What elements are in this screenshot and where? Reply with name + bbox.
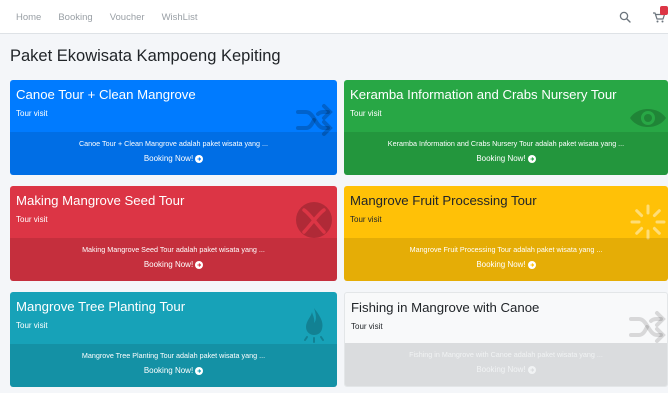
booking-now-label: Booking Now! [143,366,194,375]
cart-badge [660,6,668,15]
nav-link-wishlist[interactable]: WishList [162,12,198,23]
booking-now-label: Booking Now! [143,260,194,269]
card-title: Mangrove Tree Planting Tour [16,299,186,314]
card-footer: Keramba Information and Crabs Nursery To… [344,132,668,175]
package-card-fruit-processing-tour: Mangrove Fruit Processing Tour Tour visi… [344,186,668,281]
booking-now-label: Booking Now! [476,154,526,163]
arrow-circle-right-icon [527,260,536,269]
nav-links: Home Booking Voucher WishList [16,0,214,34]
card-footer: Mangrove Fruit Processing Tour adalah pa… [344,238,668,281]
fire-icon [304,308,324,343]
xbox-icon [296,202,332,238]
card-subtitle: Tour visit [16,215,48,224]
arrow-circle-right-icon [195,366,204,375]
card-footer: Canoe Tour + Clean Mangrove adalah paket… [10,132,337,175]
booking-now-label: Booking Now! [476,365,526,374]
card-description: Keramba Information and Crabs Nursery To… [387,139,625,148]
search-icon[interactable] [618,10,632,24]
card-description: Canoe Tour + Clean Mangrove adalah paket… [78,139,269,148]
card-title: Keramba Information and Crabs Nursery To… [350,87,617,102]
nav-link-home[interactable]: Home [16,12,41,23]
card-title: Fishing in Mangrove with Canoe [351,300,540,315]
cart-button[interactable] [652,6,668,24]
arrow-circle-right-icon [195,154,204,163]
card-description: Fishing in Mangrove with Canoe adalah pa… [409,350,603,359]
card-description: Mangrove Fruit Processing Tour adalah pa… [409,245,603,254]
card-subtitle: Tour visit [16,109,48,118]
card-subtitle: Tour visit [351,322,383,331]
card-footer: Mangrove Tree Planting Tour adalah paket… [10,344,337,387]
booking-now-label: Booking Now! [476,260,526,269]
package-card-mangrove-seed-tour: Making Mangrove Seed Tour Tour visit Mak… [10,186,337,281]
nav-link-voucher[interactable]: Voucher [110,12,145,23]
booking-now-link[interactable]: Booking Now! [476,365,536,374]
package-card-canoe-tour: Canoe Tour + Clean Mangrove Tour visit C… [10,80,337,175]
package-card-tree-planting-tour: Mangrove Tree Planting Tour Tour visit M… [10,292,337,387]
booking-now-link[interactable]: Booking Now! [143,260,204,269]
page-title: Paket Ekowisata Kampoeng Kepiting [10,47,281,65]
spinner-icon [630,204,666,240]
card-title: Canoe Tour + Clean Mangrove [16,87,196,102]
booking-now-link[interactable]: Booking Now! [476,260,536,269]
booking-now-link[interactable]: Booking Now! [476,154,536,163]
top-navbar: Home Booking Voucher WishList [0,0,668,34]
booking-now-label: Booking Now! [143,154,194,163]
card-footer: Making Mangrove Seed Tour adalah paket w… [10,238,337,281]
nav-actions [618,0,668,34]
card-description: Making Mangrove Seed Tour adalah paket w… [82,245,265,254]
package-card-fishing-canoe-tour: Fishing in Mangrove with Canoe Tour visi… [344,292,668,387]
arrow-circle-right-icon [527,365,536,374]
arrow-circle-right-icon [527,154,536,163]
card-subtitle: Tour visit [350,109,382,118]
package-card-keramba-tour: Keramba Information and Crabs Nursery To… [344,80,668,175]
arrow-circle-right-icon [195,260,204,269]
booking-now-link[interactable]: Booking Now! [143,366,204,375]
nav-link-booking[interactable]: Booking [58,12,92,23]
card-footer: Fishing in Mangrove with Canoe adalah pa… [345,343,667,386]
card-description: Mangrove Tree Planting Tour adalah paket… [81,351,266,360]
card-subtitle: Tour visit [16,321,48,330]
card-subtitle: Tour visit [350,215,382,224]
card-title: Mangrove Fruit Processing Tour [350,193,537,208]
booking-now-link[interactable]: Booking Now! [143,154,204,163]
card-title: Making Mangrove Seed Tour [16,193,185,208]
shuffle-icon [629,311,666,343]
